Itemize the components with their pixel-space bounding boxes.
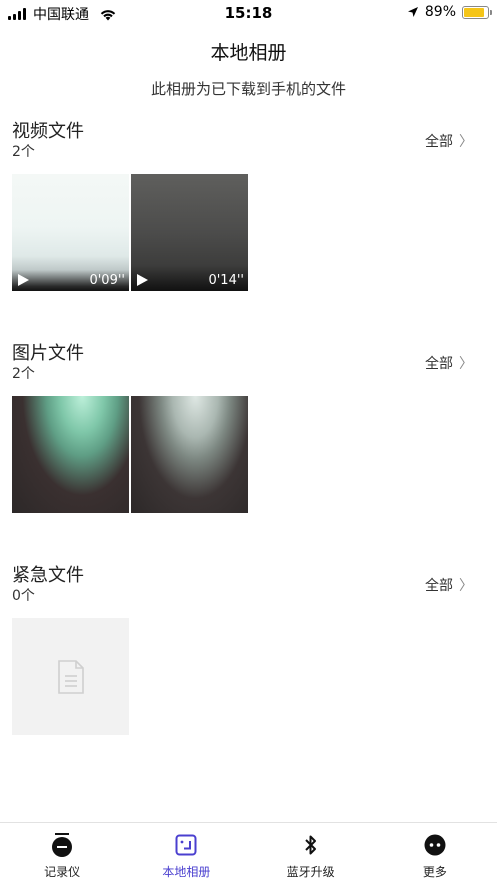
play-icon: [18, 274, 29, 286]
tab-bar: 记录仪 本地相册 蓝牙升级 更多: [0, 822, 497, 883]
battery-fill: [464, 7, 485, 17]
video-duration: 0'09'': [89, 272, 125, 288]
section-count: 2个: [12, 144, 35, 160]
tab-recorder[interactable]: 记录仪: [0, 823, 124, 883]
emergency-section: 紧急文件 0个 全部 〉: [12, 565, 485, 735]
all-label: 全部: [425, 356, 453, 372]
video-grid: 0'09'' 0'14'': [12, 174, 485, 291]
tab-label: 蓝牙升级: [286, 865, 335, 879]
status-bar: 中国联通 15:18 89%: [0, 0, 497, 26]
page-title: 本地相册: [210, 42, 287, 64]
tab-album[interactable]: 本地相册: [124, 823, 248, 883]
chevron-right-icon: 〉: [459, 134, 473, 150]
document-icon: [57, 659, 84, 694]
page-subtitle: 此相册为已下载到手机的文件: [150, 80, 346, 98]
video-thumbnail[interactable]: 0'09'': [12, 174, 129, 291]
all-label: 全部: [425, 578, 453, 594]
chevron-right-icon: 〉: [459, 356, 473, 372]
video-thumbnail[interactable]: 0'14'': [131, 174, 248, 291]
video-duration: 0'14'': [208, 272, 244, 288]
play-icon: [137, 274, 148, 286]
tab-label: 更多: [422, 865, 447, 879]
section-count: 2个: [12, 366, 35, 382]
videos-all-link[interactable]: 全部 〉: [425, 131, 473, 151]
tab-label: 记录仪: [44, 865, 81, 879]
status-right: 89%: [407, 4, 492, 20]
tab-bluetooth-upgrade[interactable]: 蓝牙升级: [249, 823, 373, 883]
battery-percentage: 89%: [424, 4, 456, 20]
section-title: 紧急文件: [12, 565, 84, 586]
bluetooth-icon: [300, 834, 322, 856]
image-grid: [12, 396, 485, 513]
location-arrow-icon: [407, 7, 418, 17]
empty-placeholder: [12, 618, 129, 735]
image-thumbnail[interactable]: [12, 396, 129, 513]
section-count: 0个: [12, 588, 35, 604]
section-title: 图片文件: [12, 343, 84, 364]
images-all-link[interactable]: 全部 〉: [425, 353, 473, 373]
chevron-right-icon: 〉: [459, 578, 473, 594]
recorder-icon: [51, 833, 73, 857]
tab-label: 本地相册: [162, 865, 211, 879]
album-icon: [175, 834, 197, 856]
emergency-grid: [12, 618, 485, 735]
all-label: 全部: [425, 134, 453, 150]
battery-icon: [462, 5, 492, 19]
video-section: 视频文件 2个 全部 〉 0'09'' 0'14'': [12, 121, 485, 291]
image-section: 图片文件 2个 全部 〉: [12, 343, 485, 513]
section-title: 视频文件: [12, 121, 84, 142]
tab-more[interactable]: 更多: [373, 823, 497, 883]
more-icon: [424, 834, 446, 856]
image-thumbnail[interactable]: [131, 396, 248, 513]
emergency-all-link[interactable]: 全部 〉: [425, 575, 473, 595]
